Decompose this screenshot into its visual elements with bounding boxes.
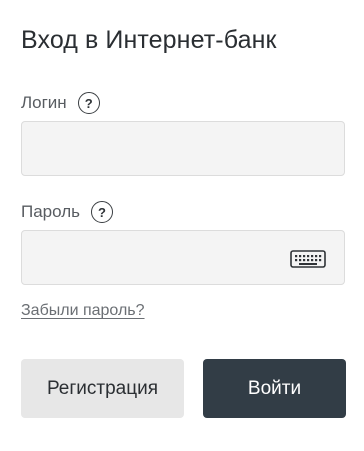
keyboard-icon[interactable] (290, 250, 326, 268)
login-field-box (21, 121, 345, 176)
register-button[interactable]: Регистрация (21, 359, 184, 418)
login-button[interactable]: Войти (203, 359, 346, 418)
login-help-icon[interactable]: ? (77, 92, 100, 114)
password-field-box (21, 230, 345, 285)
login-label: Логин (21, 93, 67, 112)
page-title: Вход в Интернет-банк (21, 26, 277, 54)
login-input[interactable] (22, 122, 344, 175)
login-panel: Вход в Интернет-банк Логин ? Пароль ? За… (0, 0, 364, 451)
password-label: Пароль (21, 202, 80, 221)
password-help-icon[interactable]: ? (91, 201, 113, 223)
login-label-row: Логин ? (21, 92, 100, 114)
password-label-row: Пароль ? (21, 201, 113, 223)
forgot-password-link[interactable]: Забыли пароль? (21, 302, 145, 320)
